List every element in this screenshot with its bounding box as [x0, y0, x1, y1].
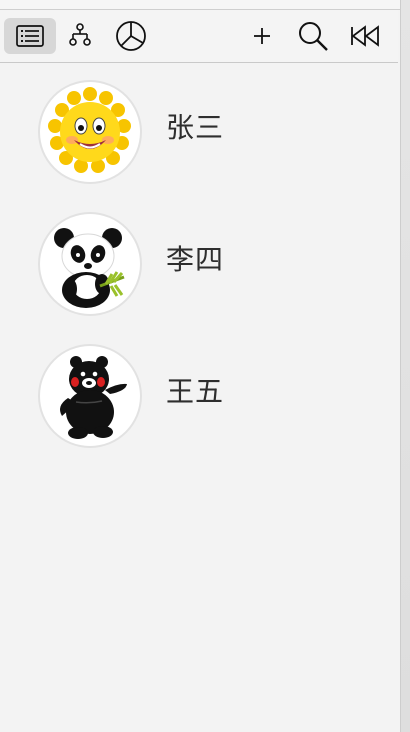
- contact-name: 李四: [166, 243, 225, 276]
- search-icon: [299, 22, 328, 51]
- panda-avatar-icon: [42, 216, 138, 312]
- rewind-button[interactable]: [339, 18, 391, 54]
- add-icon: [254, 28, 270, 44]
- rewind-icon: [351, 25, 379, 47]
- pie-chart-icon: [116, 21, 146, 51]
- add-button[interactable]: [236, 18, 288, 54]
- contact-name: 王五: [166, 375, 225, 408]
- avatar[interactable]: [40, 82, 140, 182]
- scrollbar[interactable]: [400, 0, 410, 732]
- top-border: [0, 0, 404, 10]
- toolbar: [0, 10, 398, 63]
- sun-avatar-icon: [42, 84, 138, 180]
- bear-avatar-icon: [42, 348, 138, 444]
- contact-item[interactable]: 李四: [0, 194, 398, 314]
- org-chart-icon: [69, 23, 91, 46]
- list-view-button[interactable]: [4, 18, 56, 54]
- contacts-app: 张三 李四 王五: [0, 0, 410, 732]
- avatar[interactable]: [40, 214, 140, 314]
- pie-chart-button[interactable]: [105, 18, 157, 54]
- contact-item[interactable]: 张三: [0, 62, 398, 182]
- org-chart-button[interactable]: [54, 18, 106, 54]
- avatar[interactable]: [40, 346, 140, 446]
- contact-name: 张三: [166, 111, 225, 144]
- list-icon: [16, 25, 44, 47]
- search-button[interactable]: [287, 18, 339, 54]
- contact-item[interactable]: 王五: [0, 326, 398, 446]
